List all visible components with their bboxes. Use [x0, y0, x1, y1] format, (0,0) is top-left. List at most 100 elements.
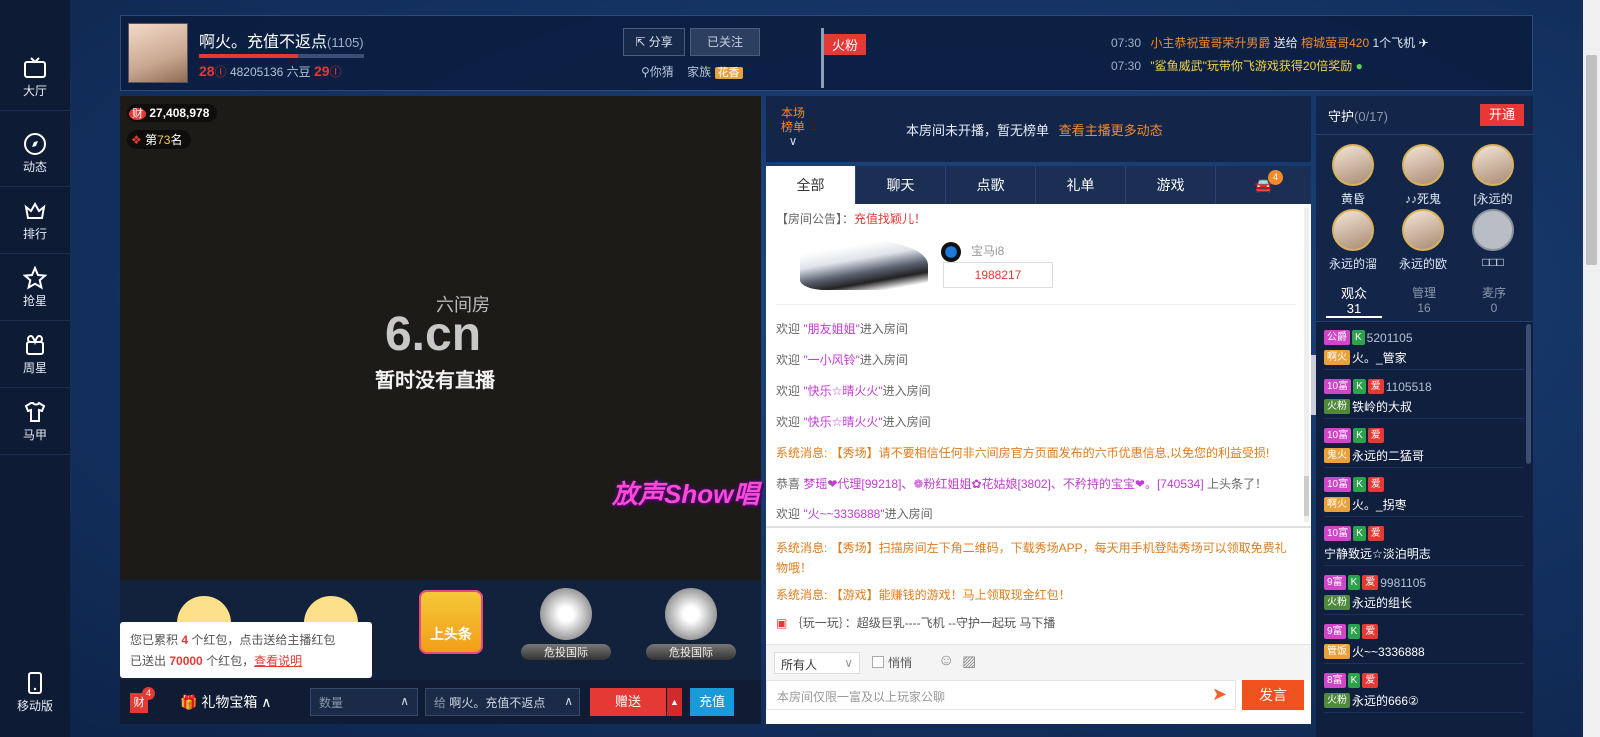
fan-badge: 管饭 — [1324, 644, 1350, 660]
audience-scrollbar[interactable] — [1526, 324, 1531, 464]
image-icon[interactable]: ▨ — [962, 652, 976, 670]
tab-game[interactable]: 游戏 — [1126, 166, 1216, 204]
tip-link[interactable]: 查看说明 — [254, 654, 302, 668]
audience-row[interactable]: 公爵 K 5201105 啊火 火。_管家 — [1324, 324, 1524, 370]
tab-song[interactable]: 点歌 — [946, 166, 1036, 204]
user-name[interactable]: 宁静致远☆淡泊明志 — [1324, 547, 1431, 561]
collapse-handle[interactable] — [1311, 355, 1316, 415]
fans-flag[interactable]: 火粉 — [824, 34, 867, 55]
audience-row[interactable]: 9富 K 爱管饭 火~~3336888 — [1324, 618, 1524, 664]
nav-item-star[interactable]: 抢星 — [0, 254, 70, 321]
gift-box-button[interactable]: 🎁 礼物宝箱 ∧ — [180, 692, 271, 712]
msg-user[interactable]: "火~~3336888" — [803, 507, 884, 521]
emoji-icon[interactable]: ☺ — [938, 652, 954, 670]
chat-scrollbar[interactable] — [1304, 208, 1309, 522]
nav-item-mobile[interactable]: 移动版 — [0, 665, 70, 732]
tab-car[interactable]: 🚘 4 — [1216, 166, 1311, 204]
quantity-input[interactable]: 数量 ∧ — [310, 688, 418, 716]
rank-label[interactable]: 本场 榜单 ∨ — [781, 106, 805, 148]
nav-item-dynamic[interactable]: 动态 — [0, 120, 70, 187]
nav-item-hall[interactable]: 大厅 — [0, 44, 70, 111]
receiver-select[interactable]: 给 啊火。充值不返点 ∧ — [425, 688, 580, 716]
tab-admins[interactable]: 管理 16 — [1396, 286, 1452, 316]
user-name[interactable]: 永远的组长 — [1352, 596, 1412, 610]
recharge-button[interactable]: 充值 — [690, 688, 734, 716]
whisper-checkbox[interactable] — [872, 656, 884, 668]
send-options-button[interactable]: ▲ — [667, 688, 682, 716]
rank-label-1: 本场 — [781, 106, 806, 120]
k-badge: K — [1347, 624, 1361, 640]
gift-slot-flower-2[interactable]: 危投国际 — [645, 588, 737, 668]
guard-member[interactable]: [永远的 — [1460, 144, 1526, 207]
shirt-icon — [24, 401, 46, 422]
share-button[interactable]: ⇱ 分享 — [623, 28, 685, 56]
left-nav: 大厅 动态 排行 抢星 周星 马甲 移动版 — [0, 0, 70, 737]
page-scrollbar[interactable] — [1583, 0, 1600, 737]
msg-user[interactable]: "朋友姐姐" — [803, 322, 860, 336]
guard-member[interactable]: 黄昏 — [1320, 144, 1386, 207]
nav-item-vest[interactable]: 马甲 — [0, 388, 70, 455]
user-name[interactable]: 永远的666② — [1352, 694, 1419, 708]
fan-badge: 火粉 — [1324, 693, 1350, 709]
headline-gift[interactable]: 上头条 — [405, 588, 497, 668]
audience-row[interactable]: 9富 K 爱 9981105 火粉 永远的组长 — [1324, 569, 1524, 615]
guard-member[interactable]: 永远的欧 — [1390, 209, 1456, 272]
guard-member[interactable]: 永远的溜 — [1320, 209, 1386, 272]
wealth-badge: 财 27,408,978 — [127, 104, 218, 122]
give-name: 啊火。充值不返点 — [449, 696, 546, 710]
notice-text: 小主恭祝萤哥荣升男爵 — [1150, 36, 1271, 50]
user-name[interactable]: 火。_拐枣 — [1352, 498, 1407, 512]
send-paper-icon[interactable]: ➤ — [1212, 684, 1227, 705]
recipient-select[interactable]: 所有人 ∨ — [774, 652, 860, 674]
show-logo: 放声Show唱 — [612, 479, 760, 509]
nav-label: 马甲 — [22, 428, 47, 442]
headline-message: 恭喜 梦瑶❤代理[99218]、❁粉红姐姐✿花姑娘[3802]、不矜持的宝宝❤。… — [776, 477, 1268, 491]
guard-open-button[interactable]: 开通 — [1480, 104, 1524, 126]
audience-row[interactable]: 10富 K 爱啊火 火。_拐枣 — [1324, 471, 1524, 517]
nav-item-weekstar[interactable]: 周星 — [0, 321, 70, 388]
tab-chat[interactable]: 聊天 — [856, 166, 946, 204]
audience-row[interactable]: 10富 K 爱鬼火 永远的二猛哥 — [1324, 422, 1524, 468]
gift-label: 危投国际 — [646, 644, 736, 660]
send-gift-button[interactable]: 赠送 — [590, 688, 666, 716]
anchor-avatar[interactable] — [128, 23, 188, 83]
tab-label: 点歌 — [976, 177, 1005, 193]
user-name[interactable]: 火。_管家 — [1352, 351, 1407, 365]
guard-member[interactable]: □□□ — [1460, 209, 1526, 269]
follow-button[interactable]: 已关注 — [690, 28, 760, 56]
user-name[interactable]: 永远的二猛哥 — [1352, 449, 1424, 463]
tab-mic-queue[interactable]: 麦序 0 — [1466, 286, 1522, 316]
family-tag[interactable]: 花香 — [714, 67, 743, 79]
chat-input[interactable]: 本房间仅限一富及以上玩家公聊 ➤ — [766, 680, 1236, 710]
level-progress — [199, 54, 364, 58]
tab-label: 聊天 — [886, 177, 915, 193]
audience-row[interactable]: 8富 K 爱火粉 永远的666② — [1324, 667, 1524, 713]
msg-user[interactable]: "快乐☆晴火火" — [803, 415, 882, 429]
audience-row[interactable]: 10富 K 爱 1105518 火粉 铁岭的大叔 — [1324, 373, 1524, 419]
system-message: 系统消息: 【秀场】扫描房间左下角二维码，下载秀场APP，每天用手机登陆秀场可以… — [776, 541, 1287, 575]
nav-item-rank[interactable]: 排行 — [0, 187, 70, 254]
level-badge: 8富 — [1324, 673, 1346, 689]
user-name[interactable]: 铁岭的大叔 — [1352, 400, 1412, 414]
gem-icon: ● — [1355, 59, 1363, 73]
audience-row[interactable]: 10富 K 爱宁静致远☆淡泊明志 — [1324, 520, 1524, 566]
chat-toolbar: 所有人 ∨ 悄悄 ☺ ▨ — [766, 644, 1311, 680]
video-player[interactable]: 财 27,408,978 ❖ 第73名 六间房 6.cn 暂时没有直播 放声Sh… — [120, 96, 761, 580]
love-badge: 爱 — [1362, 673, 1379, 689]
msg-user[interactable]: "快乐☆晴火火" — [803, 384, 882, 398]
guard-member[interactable]: ♪♪死鬼 — [1390, 144, 1456, 207]
audience-tabs: 观众 31 管理 16 麦序 0 — [1316, 282, 1533, 322]
notice-line-2: 07:30 "鲨鱼威武"玩带你飞游戏获得20倍奖励 ● — [1111, 57, 1363, 74]
level-badge: 9富 — [1324, 624, 1346, 640]
family-label: 家族 — [687, 65, 712, 79]
rank-link[interactable]: 查看主播更多动态 — [1059, 123, 1163, 138]
tab-all[interactable]: 全部 — [766, 166, 856, 204]
user-name[interactable]: 火~~3336888 — [1352, 645, 1425, 659]
location-icon: ⚲ — [641, 65, 650, 79]
tab-giftlist[interactable]: 礼单 — [1036, 166, 1126, 204]
msg-user[interactable]: "一小风铃" — [803, 353, 860, 367]
tab-audience[interactable]: 观众 31 — [1326, 286, 1382, 318]
chat-send-button[interactable]: 发言 — [1242, 680, 1304, 710]
gift-slot-flower-1[interactable]: 危投国际 — [520, 588, 612, 668]
recharge-label: 充值 — [698, 694, 725, 709]
